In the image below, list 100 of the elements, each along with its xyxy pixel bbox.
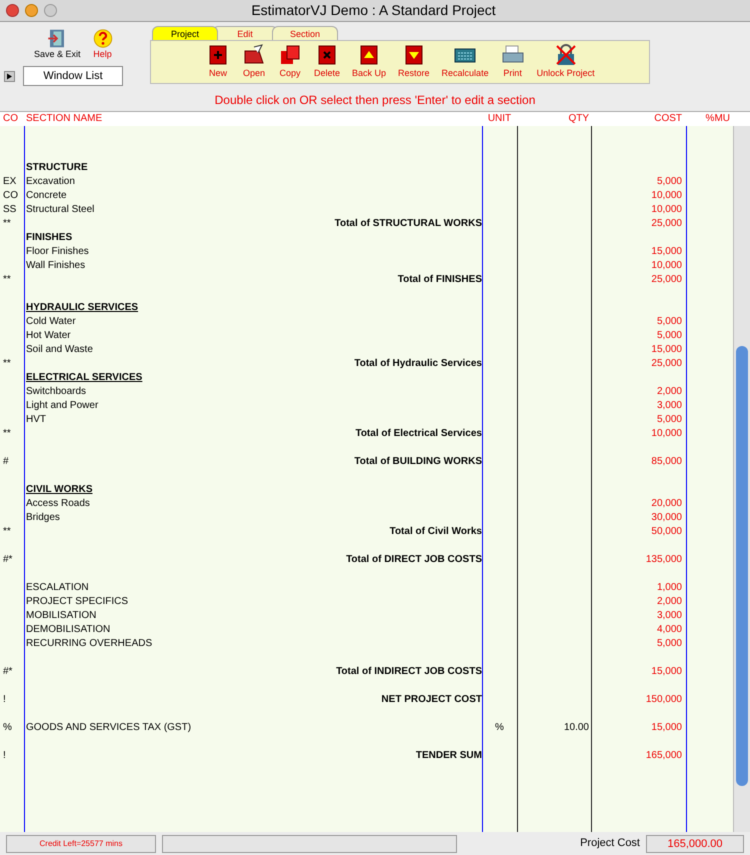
tab[interactable]: Section — [272, 26, 338, 40]
table-cell: DEMOBILISATION — [26, 624, 110, 635]
table-cell: 150,000 — [646, 694, 682, 705]
table-cell: 25,000 — [651, 218, 682, 229]
table-cell: 15,000 — [651, 722, 682, 733]
table-cell: 20,000 — [651, 498, 682, 509]
table-cell: Structural Steel — [26, 204, 94, 215]
column-header[interactable]: CO — [0, 112, 24, 126]
table-cell: Cold Water — [26, 316, 76, 327]
toolbar-button[interactable]: Open — [237, 43, 271, 79]
table-cell: 135,000 — [646, 554, 682, 565]
section-heading: FINISHES — [26, 232, 72, 243]
table-cell: 30,000 — [651, 512, 682, 523]
total-label: Total of Civil Works — [390, 526, 482, 537]
table-cell: 4,000 — [656, 624, 682, 635]
project-cost-label: Project Cost — [580, 836, 640, 852]
table-cell: Floor Finishes — [26, 246, 89, 257]
table-cell: 15,000 — [651, 344, 682, 355]
padlock-icon — [554, 43, 578, 67]
table-cell: # — [3, 456, 9, 467]
toolbar-button-label[interactable]: Save & Exit — [34, 49, 81, 60]
table-cell: RECURRING OVERHEADS — [26, 638, 152, 649]
table-cell: ** — [3, 274, 11, 285]
table-cell: 5,000 — [656, 638, 682, 649]
toolbar-button[interactable]: Unlock Project — [532, 43, 600, 79]
toolbar-button[interactable]: Back Up — [347, 43, 392, 79]
window-list-button[interactable]: Window List — [23, 66, 123, 86]
section-heading: STRUCTURE — [26, 162, 88, 173]
table-cell: Bridges — [26, 512, 60, 523]
column-header[interactable]: UNIT — [482, 112, 517, 126]
section-heading: HYDRAULIC SERVICES — [26, 302, 138, 313]
toolbar-button[interactable]: Print — [496, 43, 530, 79]
tab[interactable]: Project — [152, 26, 218, 40]
table-cell: 5,000 — [656, 414, 682, 425]
table-cell: 2,000 — [656, 386, 682, 397]
scroll-thumb[interactable] — [736, 346, 748, 786]
total-label: TENDER SUM — [416, 750, 482, 761]
table-cell: PROJECT SPECIFICS — [26, 596, 128, 607]
table-cell: % — [3, 722, 12, 733]
total-label: Total of INDIRECT JOB COSTS — [336, 666, 482, 677]
total-label: NET PROJECT COST — [381, 694, 482, 705]
table-cell: ! — [3, 750, 6, 761]
play-icon[interactable] — [4, 70, 15, 82]
total-label: Total of BUILDING WORKS — [354, 456, 482, 467]
total-label: Total of FINISHES — [398, 274, 482, 285]
table-cell: 85,000 — [651, 456, 682, 467]
table-cell: % — [495, 722, 504, 733]
table-cell: #* — [3, 554, 12, 565]
table-cell: HVT — [26, 414, 46, 425]
table-cell: ** — [3, 428, 11, 439]
table-cell: 5,000 — [656, 330, 682, 341]
table-cell: 1,000 — [656, 582, 682, 593]
toolbar-button-label[interactable]: Help — [93, 49, 112, 60]
section-heading: CIVIL WORKS — [26, 484, 92, 495]
table-cell: Light and Power — [26, 400, 98, 411]
total-label: Total of Electrical Services — [355, 428, 482, 439]
zoom-button[interactable] — [44, 4, 57, 17]
toolbar-button[interactable]: New — [201, 43, 235, 79]
toolbar-button[interactable]: Copy — [273, 43, 307, 79]
table-cell: 15,000 — [651, 666, 682, 677]
table-cell: #* — [3, 666, 12, 677]
table-cell: Wall Finishes — [26, 260, 86, 271]
table-cell: SS — [3, 204, 16, 215]
toolbar-button[interactable]: Recalculate — [436, 43, 494, 79]
total-label: Total of Hydraulic Services — [354, 358, 482, 369]
table-cell: 10,000 — [651, 428, 682, 439]
scrollbar[interactable] — [733, 126, 750, 832]
column-header[interactable]: QTY — [517, 112, 591, 126]
table-cell: 3,000 — [656, 610, 682, 621]
table-cell: Hot Water — [26, 330, 71, 341]
close-button[interactable] — [6, 4, 19, 17]
table-cell: ** — [3, 526, 11, 537]
table-cell: GOODS AND SERVICES TAX (GST) — [26, 722, 192, 733]
column-header[interactable]: SECTION NAME — [24, 112, 482, 126]
table-cell: EX — [3, 176, 16, 187]
table-cell: Concrete — [26, 190, 67, 201]
table-cell: 165,000 — [646, 750, 682, 761]
table-cell: Switchboards — [26, 386, 86, 397]
toolbar-button[interactable]: Delete — [309, 43, 346, 79]
table-cell: 50,000 — [651, 526, 682, 537]
window-title: EstimatorVJ Demo : A Standard Project — [251, 1, 496, 20]
hint-text: Double click on OR select then press 'Enter' to edit a section — [214, 92, 536, 109]
table-cell: ! — [3, 694, 6, 705]
table-cell: 5,000 — [656, 176, 682, 187]
total-label: Total of DIRECT JOB COSTS — [346, 554, 482, 565]
table-cell: ESCALATION — [26, 582, 89, 593]
total-label: Total of STRUCTURAL WORKS — [334, 218, 482, 229]
table-cell: 2,000 — [656, 596, 682, 607]
table-cell: 10.00 — [564, 722, 589, 733]
table-cell: 10,000 — [651, 260, 682, 271]
column-header[interactable]: %MU — [686, 112, 733, 126]
table-cell: Access Roads — [26, 498, 90, 509]
table-cell: 25,000 — [651, 358, 682, 369]
table-cell: MOBILISATION — [26, 610, 96, 621]
minimize-button[interactable] — [25, 4, 38, 17]
column-header[interactable]: COST — [591, 112, 686, 126]
table-cell: ** — [3, 218, 11, 229]
table-cell: 3,000 — [656, 400, 682, 411]
table-cell: 15,000 — [651, 246, 682, 257]
toolbar-button[interactable]: Restore — [393, 43, 435, 79]
